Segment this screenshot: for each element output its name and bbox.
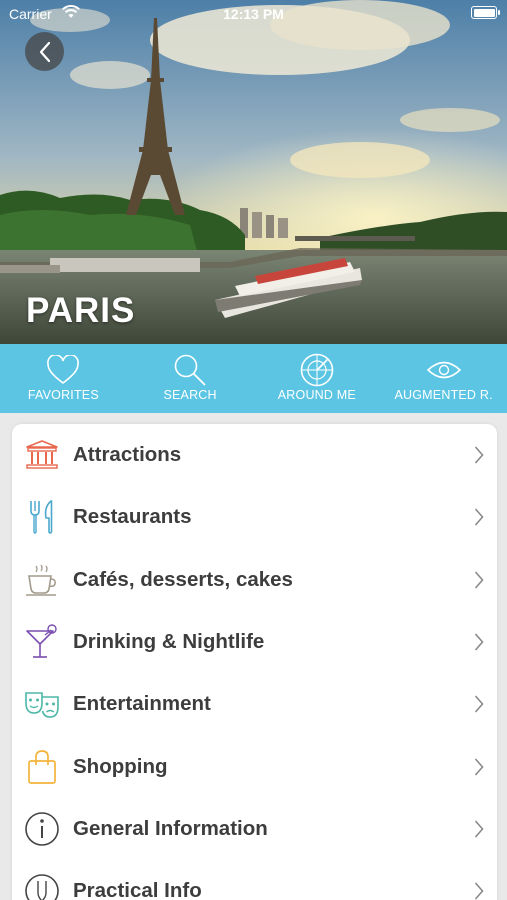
hero-banner: Carrier 12:13 PM PARIS (0, 0, 507, 344)
category-shopping[interactable]: Shopping (12, 735, 497, 797)
category-label: Attractions (73, 443, 182, 467)
chevron-right-icon (474, 633, 484, 651)
tab-around-me[interactable]: AROUND ME (254, 344, 381, 413)
chevron-right-icon (474, 695, 484, 713)
category-label: Entertainment (73, 692, 211, 716)
category-label: Drinking & Nightlife (73, 630, 265, 654)
practical-icon (24, 873, 60, 900)
tab-label: AROUND ME (277, 388, 356, 402)
chevron-right-icon (474, 820, 484, 838)
tab-favorites[interactable]: FAVORITES (0, 344, 127, 413)
chevron-right-icon (474, 758, 484, 776)
status-time: 12:13 PM (223, 6, 284, 22)
tab-label: FAVORITES (27, 388, 99, 402)
battery-icon (471, 6, 500, 19)
category-label: Practical Info (73, 879, 202, 900)
category-practical-info[interactable]: Practical Info (12, 860, 497, 900)
status-bar: Carrier 12:13 PM (0, 0, 507, 28)
category-attractions[interactable]: Attractions (12, 424, 497, 486)
tab-search[interactable]: SEARCH (127, 344, 254, 413)
category-drinking-nightlife[interactable]: Drinking & Nightlife (12, 611, 497, 673)
eye-icon (426, 353, 462, 387)
chevron-left-icon (39, 41, 50, 62)
tab-label: AUGMENTED R. (394, 388, 493, 402)
radar-icon (300, 353, 334, 387)
fork-knife-icon (24, 499, 60, 535)
coffee-cup-icon (24, 562, 60, 598)
cocktail-icon (24, 624, 60, 660)
category-list: Attractions Restaurants Cafés, desserts,… (12, 424, 497, 900)
category-general-information[interactable]: General Information (12, 798, 497, 860)
info-icon (24, 811, 60, 847)
tab-label: SEARCH (163, 388, 217, 402)
category-label: Restaurants (73, 505, 192, 529)
category-label: Shopping (73, 754, 168, 778)
chevron-right-icon (474, 508, 484, 526)
action-tabbar: FAVORITES SEARCH AROUND ME AUGMENTED R. (0, 344, 507, 413)
chevron-right-icon (474, 882, 484, 900)
monument-icon (24, 437, 60, 473)
search-icon (172, 353, 208, 387)
chevron-right-icon (474, 571, 484, 589)
category-label: General Information (73, 816, 268, 840)
category-restaurants[interactable]: Restaurants (12, 486, 497, 548)
chevron-right-icon (474, 446, 484, 464)
category-entertainment[interactable]: Entertainment (12, 673, 497, 735)
theater-masks-icon (24, 686, 60, 722)
tab-augmented-reality[interactable]: AUGMENTED R. (380, 344, 507, 413)
city-title: PARIS (26, 291, 136, 330)
category-label: Cafés, desserts, cakes (73, 567, 293, 591)
category-cafes[interactable]: Cafés, desserts, cakes (12, 549, 497, 611)
heart-icon (46, 353, 80, 387)
back-button[interactable] (25, 32, 64, 71)
shopping-bag-icon (24, 749, 60, 785)
